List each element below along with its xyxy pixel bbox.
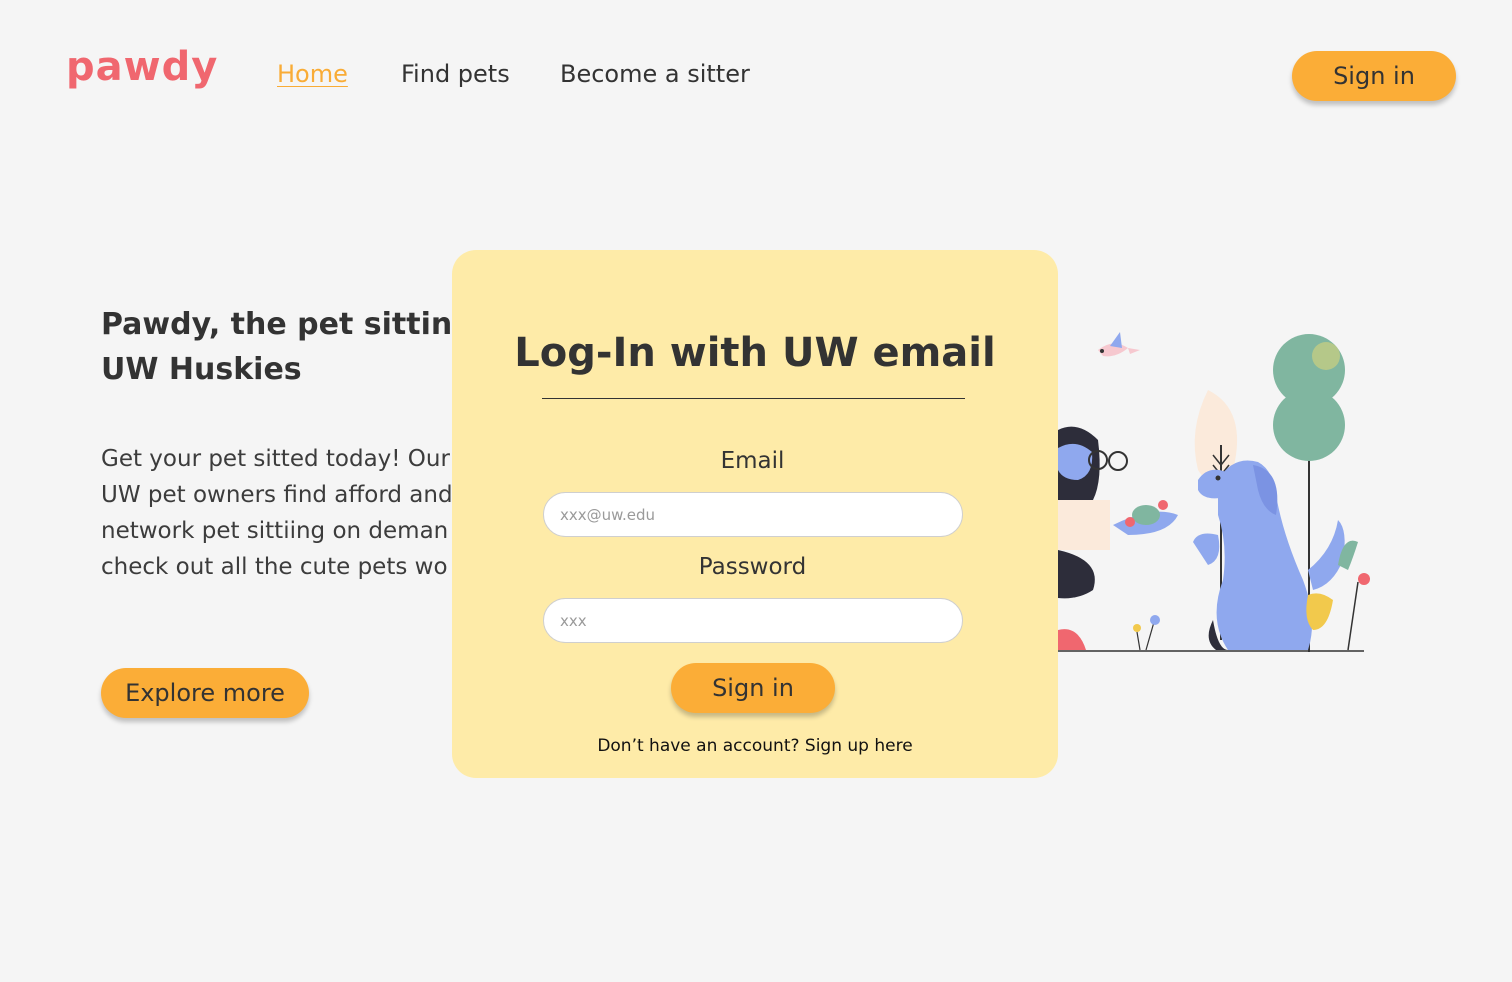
header-sign-in-button[interactable]: Sign in xyxy=(1292,51,1456,101)
hero-text-line: network pet sittiing on deman xyxy=(101,518,449,544)
signup-prompt: Don’t have an account? Sign up here xyxy=(452,736,1058,756)
bird-icon xyxy=(1098,332,1140,357)
hero-description: Get your pet sitted today! Our UW pet ow… xyxy=(101,441,461,585)
password-label: Password xyxy=(698,554,807,580)
title-divider xyxy=(542,398,965,399)
dog-illustration xyxy=(1058,332,1370,652)
hero-title: Pawdy, the pet sitting c UW Huskies xyxy=(101,302,461,392)
email-label: Email xyxy=(720,448,785,474)
nav-link-home[interactable]: Home xyxy=(277,60,348,88)
hero-text-line: UW pet owners find afford and xyxy=(101,482,453,508)
hero-title-line-2: UW Huskies xyxy=(101,352,302,387)
email-field[interactable] xyxy=(543,492,963,537)
login-submit-button[interactable]: Sign in xyxy=(671,663,835,713)
person-illustration xyxy=(1058,426,1178,650)
dog-icon xyxy=(1193,460,1345,650)
hero-title-line-1: Pawdy, the pet sitting c xyxy=(101,307,461,342)
explore-more-button[interactable]: Explore more xyxy=(101,668,309,718)
sign-up-link[interactable]: Don’t have an account? Sign up here xyxy=(597,736,912,756)
nav-link-become-sitter[interactable]: Become a sitter xyxy=(560,60,750,88)
hero-text-line: check out all the cute pets wo xyxy=(101,554,448,580)
login-modal-title: Log-In with UW email xyxy=(514,330,996,376)
password-field[interactable] xyxy=(543,598,963,643)
page: pawdy Home Find pets Become a sitter Sig… xyxy=(0,0,1512,982)
hero-text-line: Get your pet sitted today! Our xyxy=(101,446,450,472)
nav-link-find-pets[interactable]: Find pets xyxy=(401,60,510,88)
brand-logo[interactable]: pawdy xyxy=(66,44,218,90)
